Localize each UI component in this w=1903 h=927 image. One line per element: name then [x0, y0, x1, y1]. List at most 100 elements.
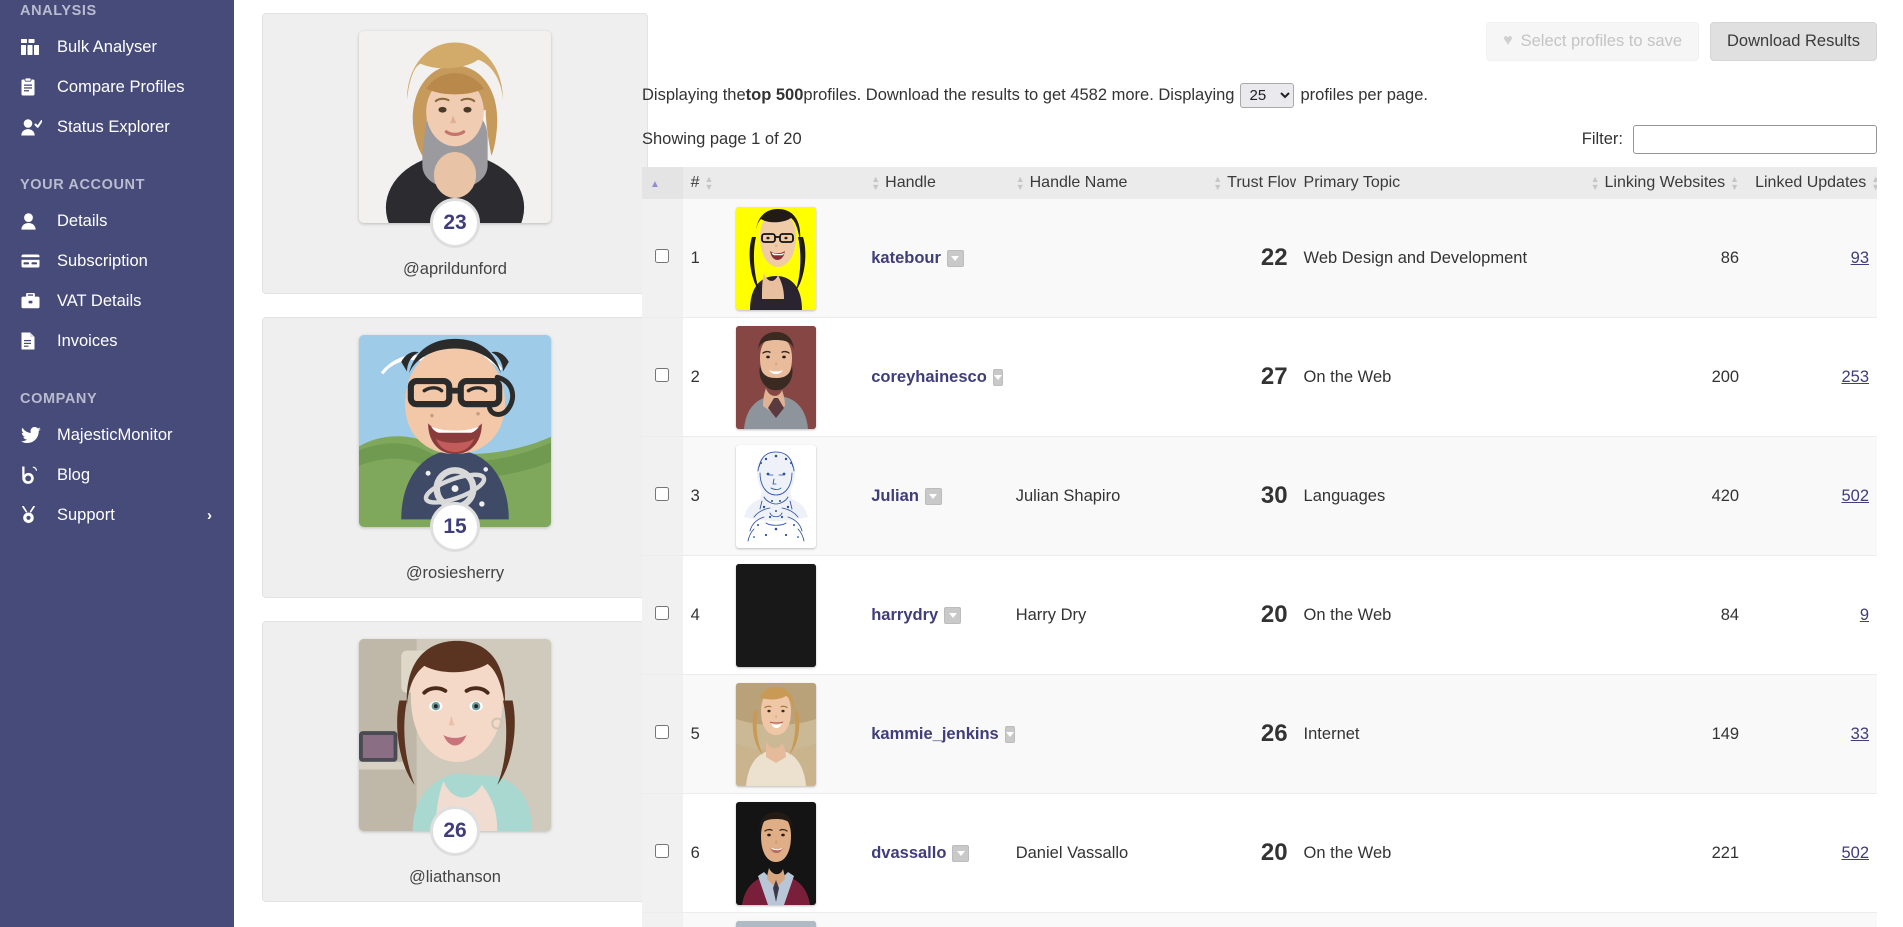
card-handle: @liathanson	[409, 868, 501, 886]
table-row[interactable]: 6 dvassallo Daniel Vassallo 20 On the We…	[642, 793, 1877, 914]
handle-link[interactable]: kammie_jenkins	[871, 725, 999, 744]
handle-dropdown-icon[interactable]	[1004, 725, 1015, 743]
handle-dropdown-icon[interactable]	[952, 844, 970, 862]
linked-updates-link[interactable]: 502	[1841, 487, 1869, 505]
sidebar-item-support[interactable]: Support ›	[0, 495, 234, 535]
results-table-head: ▲ # ▲ ▼ ▲ ▼ Handle ▲ ▼ Handle Name ▲ ▼ T…	[642, 166, 1877, 199]
handle-dropdown-icon[interactable]	[924, 487, 942, 505]
column-header-linking-websites[interactable]: ▲ ▼ Linking Websites ▲ ▼	[1577, 166, 1748, 199]
table-row[interactable]: 1 katebour 22 Web Design and Development…	[642, 198, 1877, 319]
handle-dropdown-icon[interactable]	[992, 368, 1003, 386]
row-checkbox[interactable]	[655, 843, 670, 858]
sort-icon: ▲▼	[1871, 174, 1877, 191]
row-select-cell[interactable]	[642, 436, 683, 557]
sidebar-item-label: Blog	[57, 465, 91, 484]
handle-link[interactable]: coreyhainesco	[871, 368, 987, 387]
harrydry-avatar	[735, 563, 816, 667]
row-handle-name: Julian Shapiro	[1007, 436, 1206, 557]
per-page-select[interactable]: 10 25 50 100	[1240, 82, 1295, 108]
linked-updates-link[interactable]: 9	[1860, 606, 1869, 624]
column-header-number[interactable]: # ▲ ▼	[682, 166, 728, 199]
handle-link[interactable]: Julian	[871, 487, 919, 506]
score-badge: 26	[430, 806, 480, 856]
results-toolbar: ♥ Select profiles to save Download Resul…	[638, 0, 1903, 61]
row-checkbox[interactable]	[655, 248, 670, 263]
profile-card[interactable]: 15 @rosiesherry	[262, 317, 648, 598]
sidebar-item-majesticmonitor[interactable]: MajesticMonitor	[0, 415, 234, 455]
sort-icon: ▲▼	[1590, 173, 1600, 192]
column-header-handle-name[interactable]: ▲ ▼ Handle Name	[1007, 166, 1206, 199]
row-select-cell[interactable]	[642, 793, 683, 914]
row-handle-name	[1007, 674, 1206, 795]
column-header-label: Handle	[885, 173, 936, 191]
sidebar-item-invoices[interactable]: Invoices	[0, 321, 234, 361]
sort-icon: ▲▼	[871, 173, 881, 192]
row-select-cell[interactable]	[642, 912, 683, 927]
column-header-label: Linked Updates	[1755, 173, 1867, 191]
twitter-icon	[21, 426, 48, 444]
row-select-cell[interactable]	[642, 555, 683, 676]
sidebar-item-label: Invoices	[57, 331, 118, 350]
row-primary-topic: On the Web	[1295, 317, 1578, 438]
row-number: 1	[682, 198, 728, 319]
sidebar-item-compare-profiles[interactable]: Compare Profiles	[0, 67, 234, 107]
row-linked-updates-cell: 33	[1747, 674, 1877, 795]
sidebar-item-details[interactable]: Details	[0, 201, 234, 241]
row-select-cell[interactable]	[642, 317, 683, 438]
linked-updates-link[interactable]: 33	[1851, 725, 1869, 743]
filter-input[interactable]	[1633, 124, 1877, 154]
handle-dropdown-icon[interactable]	[944, 606, 962, 624]
sidebar-item-status-explorer[interactable]: Status Explorer	[0, 107, 234, 147]
sidebar-item-vat-details[interactable]: VAT Details	[0, 281, 234, 321]
row-checkbox[interactable]	[655, 367, 670, 382]
column-header-trust-flow[interactable]: ▲▼Trust Flow▲▼	[1205, 166, 1315, 199]
results-table: ▲ # ▲ ▼ ▲ ▼ Handle ▲ ▼ Handle Name ▲ ▼ T…	[642, 166, 1877, 927]
row-number: 5	[682, 674, 728, 795]
profile-card[interactable]: 26 @liathanson	[262, 621, 648, 902]
sidebar-item-subscription[interactable]: Subscription	[0, 241, 234, 281]
table-row[interactable]: 4 harrydry Harry Dry 20 On the Web 84 9	[642, 555, 1877, 676]
linked-updates-link[interactable]: 93	[1851, 249, 1869, 267]
select-profiles-to-save-button[interactable]: ♥ Select profiles to save	[1486, 22, 1700, 61]
sidebar-item-label: VAT Details	[57, 291, 142, 310]
user-check-icon	[21, 118, 48, 136]
download-results-button[interactable]: Download Results	[1710, 22, 1877, 61]
column-header-linked-updates[interactable]: Linked Updates▲▼	[1747, 166, 1877, 199]
filter-control: Filter:	[1582, 124, 1877, 154]
row-checkbox[interactable]	[655, 486, 670, 501]
row-checkbox[interactable]	[655, 724, 670, 739]
row-checkbox[interactable]	[655, 605, 670, 620]
handle-link[interactable]: katebour	[871, 249, 941, 268]
table-row[interactable]: 3 Julian Julian Shapiro 30 Languages 420…	[642, 436, 1877, 557]
linked-updates-link[interactable]: 502	[1841, 844, 1869, 862]
table-row[interactable]: 7	[642, 912, 1877, 927]
column-header-avatar[interactable]	[727, 166, 864, 199]
sidebar-section-company-title: COMPANY	[20, 391, 98, 407]
handle-link[interactable]: harrydry	[871, 606, 938, 625]
profile-card[interactable]: 23 @aprildunford	[262, 13, 648, 294]
row-linking-websites: 200	[1577, 317, 1748, 438]
row-select-cell[interactable]	[642, 198, 683, 319]
row-linking-websites	[1577, 912, 1748, 927]
row-handle-name: Harry Dry	[1007, 555, 1206, 676]
row-avatar-cell	[727, 317, 864, 438]
handle-link[interactable]: dvassallo	[871, 844, 946, 863]
handle-dropdown-icon[interactable]	[946, 249, 964, 267]
row-select-cell[interactable]	[642, 674, 683, 795]
showing-page-text: Showing page 1 of 20	[642, 129, 802, 148]
row-primary-topic: Web Design and Development	[1295, 198, 1578, 319]
table-row[interactable]: 2 coreyhainesco 27 On the Web 200 253	[642, 317, 1877, 438]
sidebar-item-label: Subscription	[57, 251, 148, 270]
row-handle-cell: harrydry	[863, 555, 1008, 676]
sidebar-item-blog[interactable]: Blog	[0, 455, 234, 495]
column-header-handle[interactable]: ▲ ▼ Handle	[863, 166, 1008, 199]
table-row[interactable]: 5 kammie_jenkins 26 Internet 149 33	[642, 674, 1877, 795]
row-linking-websites: 221	[1577, 793, 1748, 914]
column-header-primary-topic[interactable]: Primary Topic	[1295, 166, 1578, 199]
row-trust-flow	[1205, 912, 1296, 927]
row-linked-updates-cell: 502	[1747, 436, 1877, 557]
row-linked-updates-cell	[1747, 912, 1877, 927]
row-linking-websites: 420	[1577, 436, 1748, 557]
linked-updates-link[interactable]: 253	[1841, 368, 1869, 386]
sidebar-item-bulk-analyser[interactable]: Bulk Analyser	[0, 27, 234, 67]
